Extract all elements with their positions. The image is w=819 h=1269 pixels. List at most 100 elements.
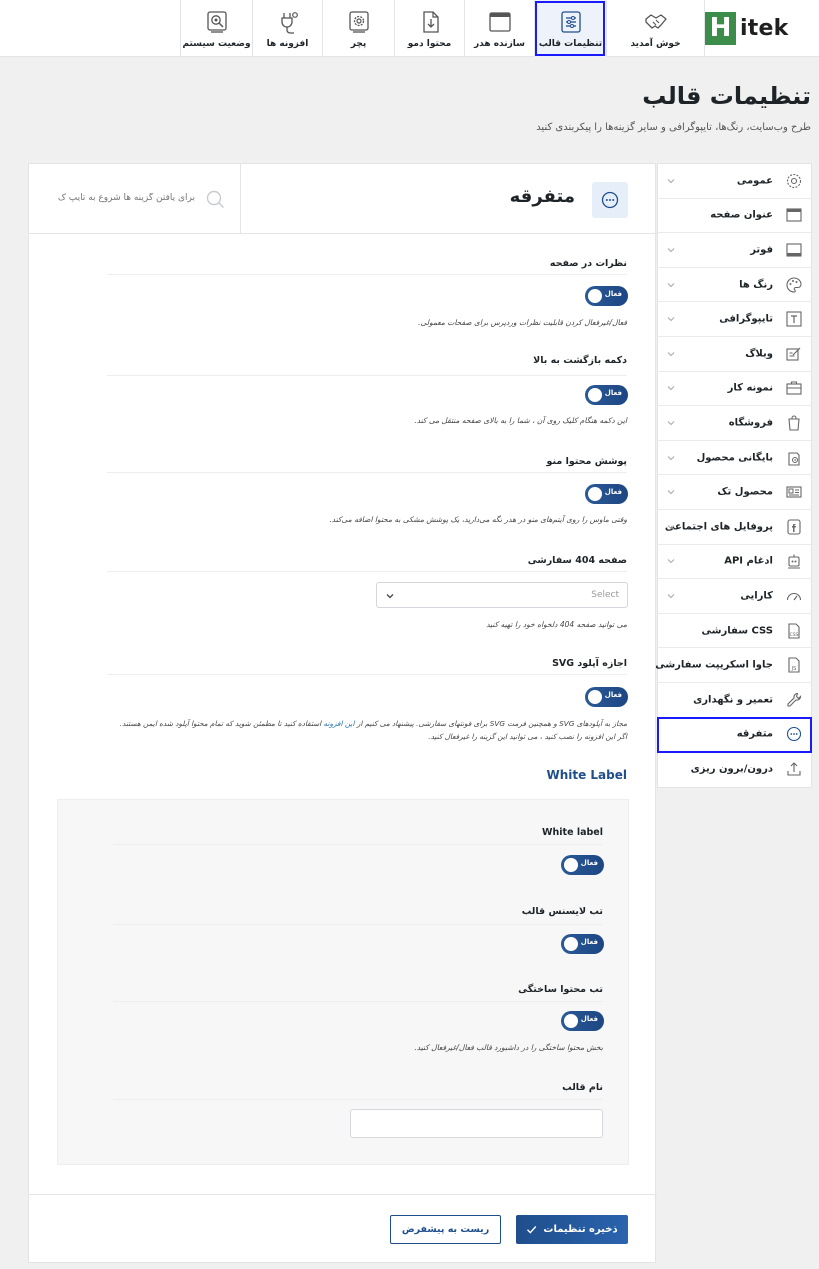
sidebar-item[interactable]: تعمیر و نگهداری — [658, 683, 811, 718]
nav-theme-settings[interactable]: تنظیمات قالب — [534, 0, 606, 57]
sidebar-item[interactable]: تایپوگرافی — [658, 302, 811, 337]
hitek-logo[interactable]: H itek — [705, 11, 813, 45]
back-to-top-toggle[interactable]: فعال — [585, 385, 628, 405]
comments-label: نظرات در صفحه — [549, 258, 627, 269]
nav-header-builder[interactable]: سازنده هدر — [464, 0, 534, 57]
built-content-toggle[interactable]: فعال — [561, 1011, 604, 1031]
save-settings-button[interactable]: ذخیره تنظیمات — [516, 1215, 628, 1244]
nav-label: سازنده هدر — [473, 38, 526, 49]
wrench-icon — [787, 692, 802, 707]
toggle-label: فعال — [604, 389, 622, 397]
white-label-toggle[interactable]: فعال — [561, 855, 604, 875]
toggle-label: فعال — [604, 488, 622, 496]
more-circle-icon — [786, 727, 802, 742]
sidebar-item[interactable]: JS جاوا اسکریپت سفارشی — [655, 648, 811, 683]
nav-label: افزونه ها — [266, 38, 309, 49]
sidebar-item[interactable]: بایگانی محصول — [658, 441, 811, 476]
chevron-down-icon[interactable] — [666, 418, 676, 428]
nav-demo-content[interactable]: محتوا دمو — [394, 0, 464, 57]
sidebar-item[interactable]: عمومی — [658, 164, 811, 199]
comments-toggle[interactable]: فعال — [585, 286, 628, 306]
sidebar-item-label: درون/برون ریزی — [690, 763, 773, 775]
toggle-label: فعال — [604, 691, 622, 699]
toggle-knob — [588, 690, 602, 704]
svg-upload-toggle[interactable]: فعال — [585, 687, 628, 707]
custom-404-label: صفحه 404 سفارشی — [527, 555, 627, 566]
chevron-down-icon[interactable] — [666, 383, 676, 393]
sidebar-item[interactable]: وبلاگ — [658, 337, 811, 372]
sidebar-item[interactable]: فروشگاه — [658, 406, 811, 441]
nav-label: پچر — [350, 38, 367, 49]
theme-name-input[interactable] — [350, 1109, 603, 1138]
sidebar-item[interactable]: کارایی — [658, 579, 811, 614]
sidebar-item[interactable]: محصول تک — [658, 475, 811, 510]
nav-system-status[interactable]: وضعیت سیستم — [180, 0, 252, 57]
plugin-link[interactable]: این افزونه — [324, 719, 355, 728]
divider — [107, 472, 627, 473]
toggle-knob — [588, 388, 602, 402]
section-icon — [592, 182, 628, 218]
built-content-description: بخش محتوا ساختگی را در داشبورد قالب فعال… — [414, 1043, 603, 1052]
sidebar-item-label: تایپوگرافی — [719, 313, 773, 325]
search-input[interactable] — [45, 188, 195, 208]
divider — [107, 274, 627, 275]
css-file-icon: CSS — [788, 622, 800, 639]
nav-patcher[interactable]: پچر — [322, 0, 394, 57]
sidebar-item[interactable]: ادغام API — [658, 545, 811, 580]
sidebar-item[interactable]: عنوان صفحه — [658, 199, 811, 234]
footer-icon — [786, 243, 802, 257]
app-root: وضعیت سیستم افزونه ها پچر محتوا دمو سازن… — [0, 0, 819, 1269]
product-card-icon — [786, 486, 802, 498]
download-doc-icon — [422, 10, 439, 33]
sidebar-item[interactable]: نمونه کار — [658, 372, 811, 407]
nav-welcome[interactable]: خوش آمدید — [606, 0, 705, 57]
chevron-down-icon[interactable] — [666, 522, 676, 532]
chevron-down-icon[interactable] — [666, 245, 676, 255]
more-circle-icon — [601, 191, 619, 209]
chevron-down-icon[interactable] — [666, 591, 676, 601]
panel-footer: ریست به پیشفرض ذخیره تنظیمات — [29, 1194, 657, 1264]
menu-overlay-toggle[interactable]: فعال — [585, 484, 628, 504]
sidebar-item-label: رنگ ها — [739, 279, 773, 291]
toggle-label: فعال — [580, 1015, 598, 1023]
chevron-down-icon[interactable] — [666, 453, 676, 463]
toggle-knob — [564, 858, 578, 872]
reset-defaults-button[interactable]: ریست به پیشفرض — [390, 1215, 501, 1244]
chevron-down-icon[interactable] — [666, 314, 676, 324]
speedometer-icon — [786, 592, 802, 601]
divider — [113, 1001, 603, 1002]
comments-description: فعال/غیرفعال کردن قابلیت نظرات وردپرس بر… — [418, 318, 627, 327]
title-bar-icon — [786, 208, 802, 222]
sidebar-item-label: عمومی — [736, 175, 773, 187]
svg-desc-text: استفاده کنید تا مطمئن شوید که تمام محتوا… — [119, 719, 324, 728]
custom-404-select[interactable]: Select — [376, 582, 628, 608]
nav-label: خوش آمدید — [630, 38, 681, 49]
sidebar-item[interactable]: فوتر — [658, 233, 811, 268]
svg-text:JS: JS — [791, 666, 797, 672]
top-nav: وضعیت سیستم افزونه ها پچر محتوا دمو سازن… — [180, 0, 705, 57]
sidebar-item-label: جاوا اسکریپت سفارشی — [655, 659, 773, 671]
edit-icon — [786, 347, 801, 361]
svg-desc-text: مجاز به آپلودهای SVG و همچنین فرمت SVG ب… — [354, 719, 627, 728]
sidebar-item[interactable]: متفرقه — [657, 716, 812, 754]
toggle-label: فعال — [580, 859, 598, 867]
back-to-top-label: دکمه بازگشت به بالا — [533, 355, 627, 366]
sidebar-item[interactable]: پروفایل های اجتماعی — [658, 510, 811, 545]
top-bar: وضعیت سیستم افزونه ها پچر محتوا دمو سازن… — [0, 0, 819, 57]
chevron-down-icon[interactable] — [666, 556, 676, 566]
license-tab-toggle[interactable]: فعال — [561, 934, 604, 954]
chevron-down-icon[interactable] — [666, 487, 676, 497]
chevron-down-icon[interactable] — [666, 280, 676, 290]
nav-plugins[interactable]: افزونه ها — [252, 0, 322, 57]
chevron-down-icon[interactable] — [666, 176, 676, 186]
settings-panel: متفرقه نظرات در صفحه فعال فعال/غیرفعال ک… — [28, 163, 657, 1264]
divider — [107, 674, 627, 675]
svg-upload-description: مجاز به آپلودهای SVG و همچنین فرمت SVG ب… — [120, 717, 627, 730]
search-gear-icon — [206, 10, 227, 33]
sidebar-item[interactable]: درون/برون ریزی — [658, 752, 811, 787]
sidebar-item-label: فروشگاه — [728, 417, 773, 429]
sidebar-item[interactable]: رنگ ها — [658, 268, 811, 303]
sidebar-item-label: ادغام API — [724, 555, 773, 567]
sidebar-item[interactable]: CSS CSS سفارشی — [658, 614, 811, 649]
chevron-down-icon[interactable] — [666, 349, 676, 359]
